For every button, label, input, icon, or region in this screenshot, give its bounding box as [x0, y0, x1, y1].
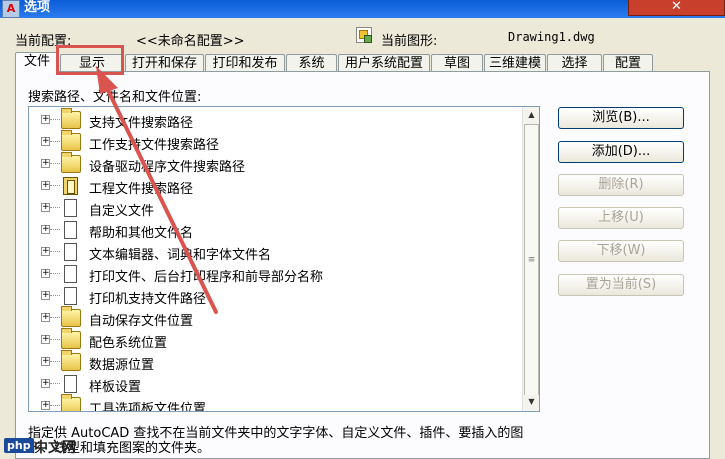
options-dialog: A 选项 ✕ 当前配置: <<未命名配置>> 当前图形: Drawing1.dw… [0, 0, 725, 459]
annotation-arrow [96, 66, 218, 314]
